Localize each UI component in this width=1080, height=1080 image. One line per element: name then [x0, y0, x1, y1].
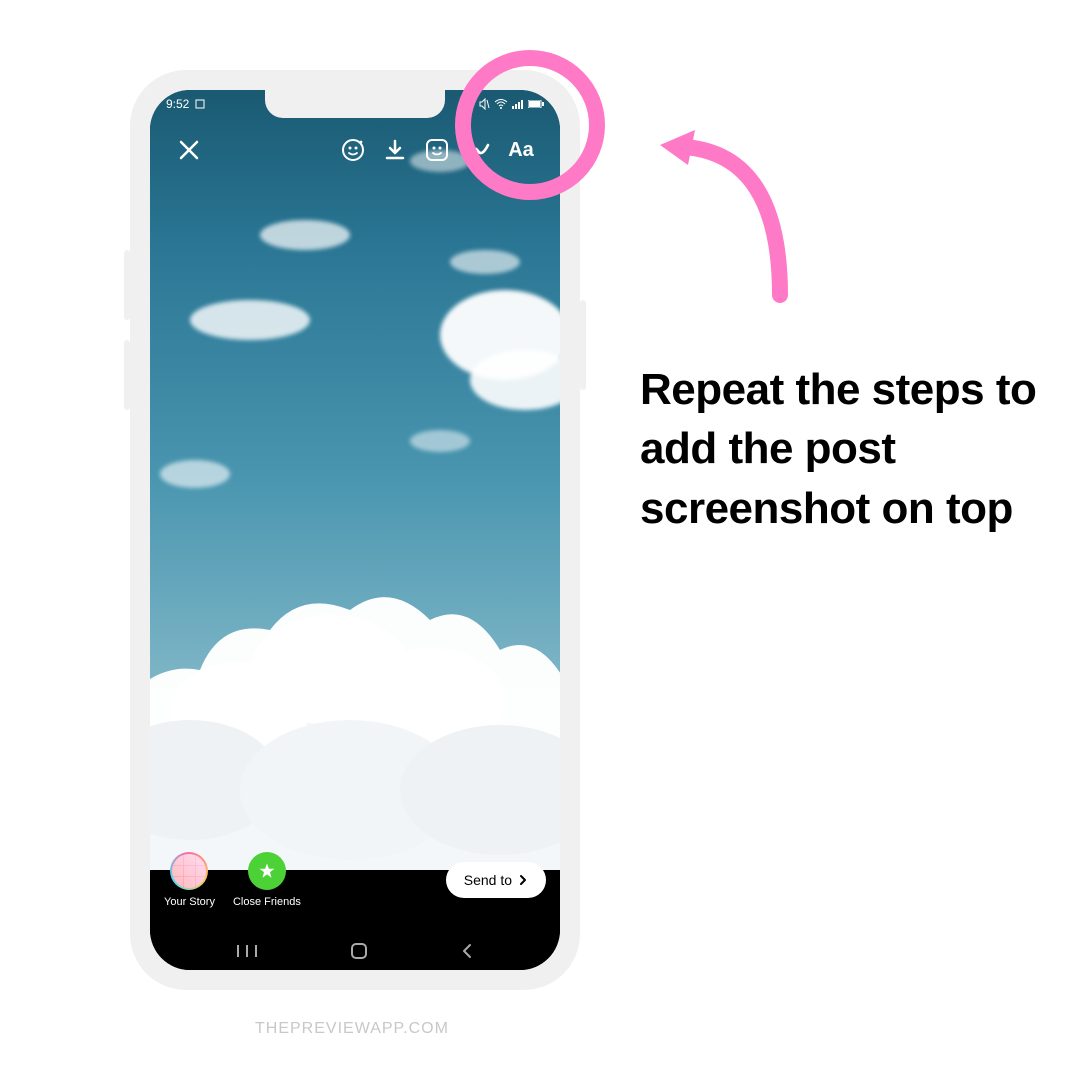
- arrow-annotation: [630, 115, 800, 305]
- status-time: 9:52: [166, 97, 189, 111]
- phone-screen: 9:52: [150, 90, 560, 970]
- android-home-icon[interactable]: [350, 942, 368, 960]
- story-background-image: [150, 90, 560, 870]
- close-friends-button[interactable]: Close Friends: [233, 852, 301, 908]
- your-story-avatar-icon: [170, 852, 208, 890]
- android-nav-bar: [150, 942, 560, 960]
- effects-button[interactable]: [332, 129, 374, 171]
- highlight-circle-annotation: [455, 50, 605, 200]
- close-button[interactable]: [168, 129, 210, 171]
- instruction-text: Repeat the steps to add the post screens…: [640, 360, 1040, 538]
- phone-notch: [265, 90, 445, 118]
- send-to-button[interactable]: Send to: [446, 862, 546, 898]
- your-story-label: Your Story: [164, 896, 215, 908]
- android-recent-icon[interactable]: [236, 943, 258, 959]
- phone-side-button: [124, 250, 130, 320]
- watermark-text: THEPREVIEWAPP.COM: [255, 1020, 449, 1038]
- chevron-right-icon: [516, 873, 530, 887]
- phone-side-button: [124, 340, 130, 410]
- status-app-icon: [195, 99, 205, 109]
- send-to-label: Send to: [464, 872, 512, 888]
- your-story-button[interactable]: Your Story: [164, 852, 215, 908]
- star-icon: [248, 852, 286, 890]
- android-back-icon[interactable]: [460, 943, 474, 959]
- sticker-button[interactable]: [416, 129, 458, 171]
- close-friends-label: Close Friends: [233, 896, 301, 908]
- phone-frame: 9:52: [130, 70, 580, 990]
- download-button[interactable]: [374, 129, 416, 171]
- story-bottom-bar: Your Story Close Friends Send to: [150, 870, 560, 970]
- phone-side-button: [580, 300, 586, 390]
